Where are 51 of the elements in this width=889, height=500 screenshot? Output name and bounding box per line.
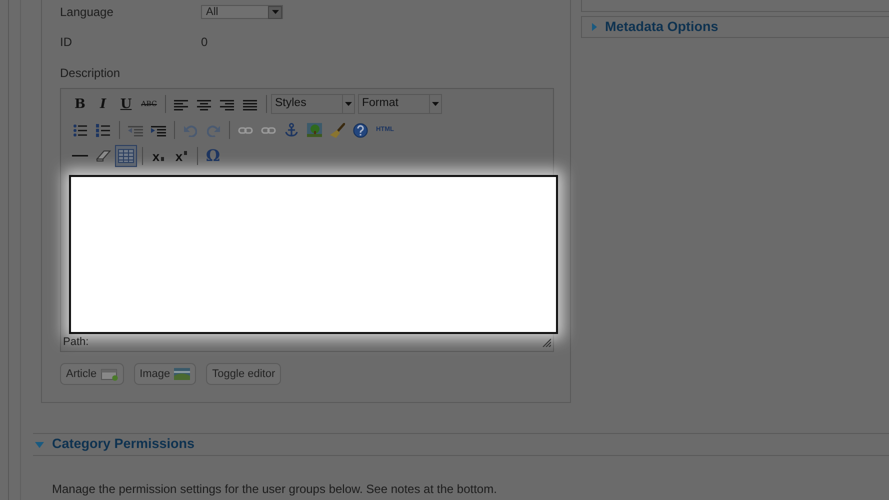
horizontal-rule-icon (72, 155, 88, 157)
superscript-button[interactable]: x (170, 145, 192, 167)
redo-icon (206, 124, 220, 136)
omega-button[interactable]: Ω (202, 145, 224, 167)
field-label: ID (60, 34, 73, 51)
help-icon (352, 122, 368, 138)
eraser-icon (96, 150, 110, 162)
field-value: 0 (201, 34, 208, 51)
underline-button[interactable]: U (115, 93, 137, 115)
description-label: Description (60, 65, 122, 82)
section-title: Category Permissions (52, 435, 195, 454)
undo-icon (184, 124, 196, 136)
article-button[interactable]: Article (60, 363, 124, 385)
image-button[interactable]: Image (134, 363, 196, 385)
numbered-list-icon (96, 124, 110, 136)
bulleted-list-icon (73, 124, 87, 136)
editor-text-area[interactable] (69, 175, 558, 334)
chain-link-icon (238, 124, 252, 136)
caret-icon (272, 10, 278, 14)
language-select[interactable]: All (201, 5, 283, 19)
table-button[interactable] (115, 145, 137, 167)
align-left-icon (174, 98, 188, 110)
resize-grip-icon (542, 338, 551, 347)
toggle-editor-button[interactable]: Toggle editor (206, 363, 282, 385)
metadata-panel-header[interactable]: Metadata Options (581, 16, 889, 38)
brush-icon (330, 122, 344, 138)
document-icon (100, 368, 118, 380)
permissions-header[interactable]: Category Permissions (33, 433, 889, 456)
bold-button[interactable]: B (69, 93, 91, 115)
path-label: Path: (63, 335, 89, 350)
style-dropdown[interactable]: Format (358, 94, 442, 114)
style-dropdown[interactable]: Styles (271, 94, 355, 114)
outdent-icon (128, 124, 142, 136)
anchor-icon (284, 122, 298, 138)
caret-icon (432, 102, 439, 106)
collapsed-arrow-icon (592, 23, 597, 31)
align-right-icon (220, 98, 234, 110)
align-justify-icon (243, 98, 257, 110)
caret-icon (345, 102, 352, 106)
expanded-arrow-icon (35, 442, 44, 448)
permissions-description: Manage the permission settings for the user groups below. See notes at the bottom. (52, 481, 498, 498)
field-label: Language (60, 4, 114, 21)
table-icon (118, 149, 134, 163)
indent-icon (150, 124, 166, 136)
panel-title: Metadata Options (605, 18, 718, 36)
picture-icon (174, 368, 190, 380)
tree-picture-icon (306, 123, 322, 137)
italic-button[interactable]: I (92, 93, 114, 115)
broken-link-icon (260, 124, 276, 136)
align-center-icon (197, 98, 211, 110)
subscript-button[interactable]: x (147, 145, 169, 167)
